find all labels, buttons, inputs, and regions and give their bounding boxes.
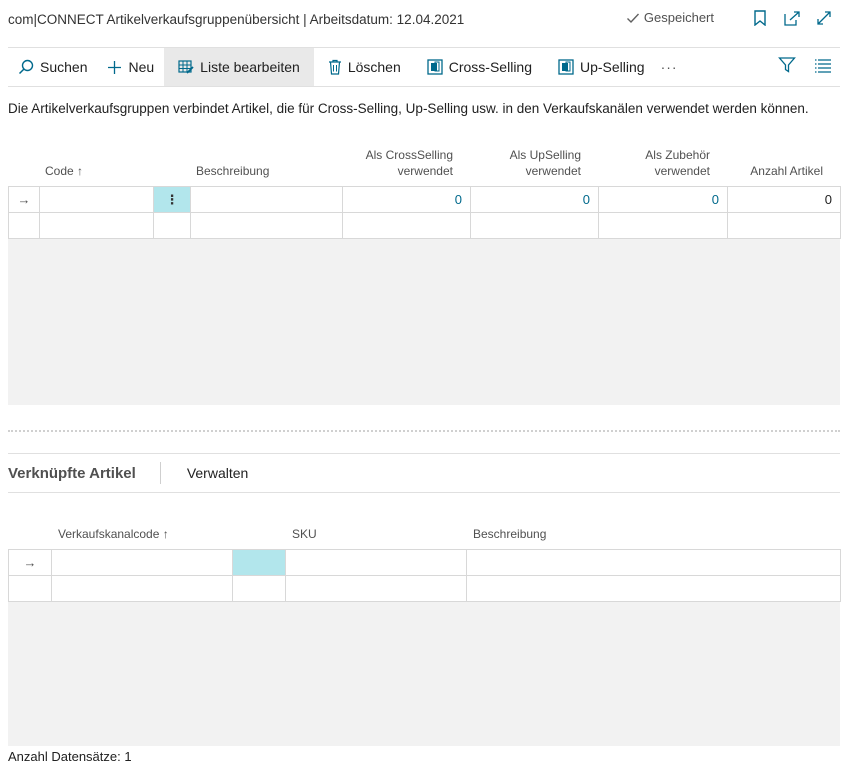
record-count: Anzahl Datensätze: 1 [8, 749, 132, 764]
column-header-verkaufskanalcode-label: Verkaufskanalcode [58, 527, 160, 541]
cell-cross-selling[interactable]: 0 [342, 186, 471, 213]
cell-beschreibung[interactable] [190, 212, 343, 239]
more-options-button[interactable]: ··· [655, 48, 688, 86]
edit-list-label: Liste bearbeiten [200, 59, 300, 75]
delete-button[interactable]: Löschen [314, 48, 411, 86]
column-header-sku[interactable]: SKU [292, 526, 317, 542]
cell-sku[interactable] [285, 549, 467, 576]
column-header-verkaufskanalcode[interactable]: Verkaufskanalcode ↑ [58, 526, 169, 542]
column-header-up-selling-line1: Als UpSelling [509, 148, 581, 162]
delete-label: Löschen [347, 59, 401, 75]
page-description: Die Artikelverkaufsgruppen verbindet Art… [8, 101, 809, 116]
plus-icon [108, 60, 122, 74]
more-options-icon: ··· [660, 59, 678, 75]
table-row[interactable] [8, 212, 841, 239]
cross-selling-icon [427, 59, 443, 75]
cross-selling-label: Cross-Selling [448, 59, 532, 75]
cell-up-selling[interactable]: 0 [470, 186, 599, 213]
cell-beschreibung[interactable] [190, 186, 343, 213]
cell-row-selector [232, 575, 286, 602]
main-grid: → ⋮ 0 0 0 0 [8, 186, 841, 405]
cell-zubehoer[interactable] [598, 212, 728, 239]
action-bar: Suchen Neu Liste bearbeiten Löschen Cros… [8, 47, 840, 87]
cell-verkaufskanalcode[interactable] [51, 575, 233, 602]
cell-zubehoer[interactable]: 0 [598, 186, 728, 213]
column-header-zubehoer-line1: Als Zubehör [645, 148, 710, 162]
sort-ascending-icon: ↑ [162, 527, 169, 541]
saved-status: Gespeichert [626, 10, 714, 25]
title-bar: com|CONNECT Artikelverkaufsgruppenübersi… [8, 0, 838, 38]
column-header-cross-selling-line1: Als CrossSelling [365, 148, 453, 162]
edit-list-button[interactable]: Liste bearbeiten [164, 48, 314, 86]
search-button[interactable]: Suchen [8, 48, 97, 86]
column-header-zubehoer[interactable]: Als Zubehör verwendet [600, 147, 710, 179]
search-icon [18, 59, 34, 75]
row-marker [8, 575, 52, 602]
cell-row-selector[interactable] [232, 549, 286, 576]
cell-verkaufskanalcode[interactable] [51, 549, 233, 576]
table-row[interactable]: → [8, 549, 841, 576]
cell-beschreibung[interactable] [466, 575, 841, 602]
cell-menu [153, 212, 191, 239]
column-header-cross-selling-line2: verwendet [397, 164, 453, 178]
saved-label: Gespeichert [643, 10, 714, 25]
edit-list-icon [178, 60, 194, 74]
subpage-header: Verknüpfte Artikel Verwalten [8, 453, 840, 493]
expand-icon[interactable] [814, 8, 834, 28]
cell-code[interactable] [39, 186, 154, 213]
column-header-zubehoer-line2: verwendet [654, 164, 710, 178]
trash-icon [328, 59, 341, 75]
search-label: Suchen [40, 59, 88, 75]
row-actions-menu-icon[interactable]: ⋮ [153, 186, 191, 213]
column-header-up-selling-line2: verwendet [525, 164, 581, 178]
column-header-code-label: Code [45, 164, 74, 178]
table-row[interactable] [8, 575, 841, 602]
checkmark-icon [626, 13, 639, 23]
bookmark-icon[interactable] [750, 8, 770, 28]
new-label: Neu [128, 59, 155, 75]
list-view-icon[interactable] [814, 56, 832, 77]
up-selling-label: Up-Selling [580, 59, 645, 75]
page-title: com|CONNECT Artikelverkaufsgruppenübersi… [8, 11, 465, 27]
table-row[interactable]: → ⋮ 0 0 0 0 [8, 186, 841, 213]
cell-beschreibung[interactable] [466, 549, 841, 576]
column-header-beschreibung[interactable]: Beschreibung [473, 526, 546, 542]
new-button[interactable]: Neu [97, 48, 164, 86]
column-header-anzahl-artikel[interactable]: Anzahl Artikel [728, 163, 823, 179]
row-marker-arrow-icon: → [8, 549, 52, 576]
subpage-title: Verknüpfte Artikel [8, 462, 161, 484]
up-selling-button[interactable]: Up-Selling [542, 48, 655, 86]
up-selling-icon [558, 59, 574, 75]
sub-grid: → [8, 549, 841, 746]
column-header-beschreibung[interactable]: Beschreibung [196, 163, 269, 179]
column-header-cross-selling[interactable]: Als CrossSelling verwendet [340, 147, 453, 179]
cell-code[interactable] [39, 212, 154, 239]
cell-cross-selling[interactable] [342, 212, 471, 239]
cell-up-selling[interactable] [470, 212, 599, 239]
open-new-window-icon[interactable] [782, 8, 802, 28]
cross-selling-button[interactable]: Cross-Selling [411, 48, 542, 86]
column-header-code[interactable]: Code ↑ [45, 163, 83, 179]
filter-icon[interactable] [778, 56, 796, 77]
column-header-up-selling[interactable]: Als UpSelling verwendet [470, 147, 581, 179]
pane-splitter[interactable] [8, 430, 840, 432]
cell-sku[interactable] [285, 575, 467, 602]
row-marker-arrow-icon: → [8, 186, 40, 213]
cell-anzahl-artikel: 0 [727, 186, 841, 213]
manage-button[interactable]: Verwalten [161, 465, 248, 481]
sort-ascending-icon: ↑ [77, 164, 84, 178]
row-marker [8, 212, 40, 239]
cell-anzahl-artikel [727, 212, 841, 239]
